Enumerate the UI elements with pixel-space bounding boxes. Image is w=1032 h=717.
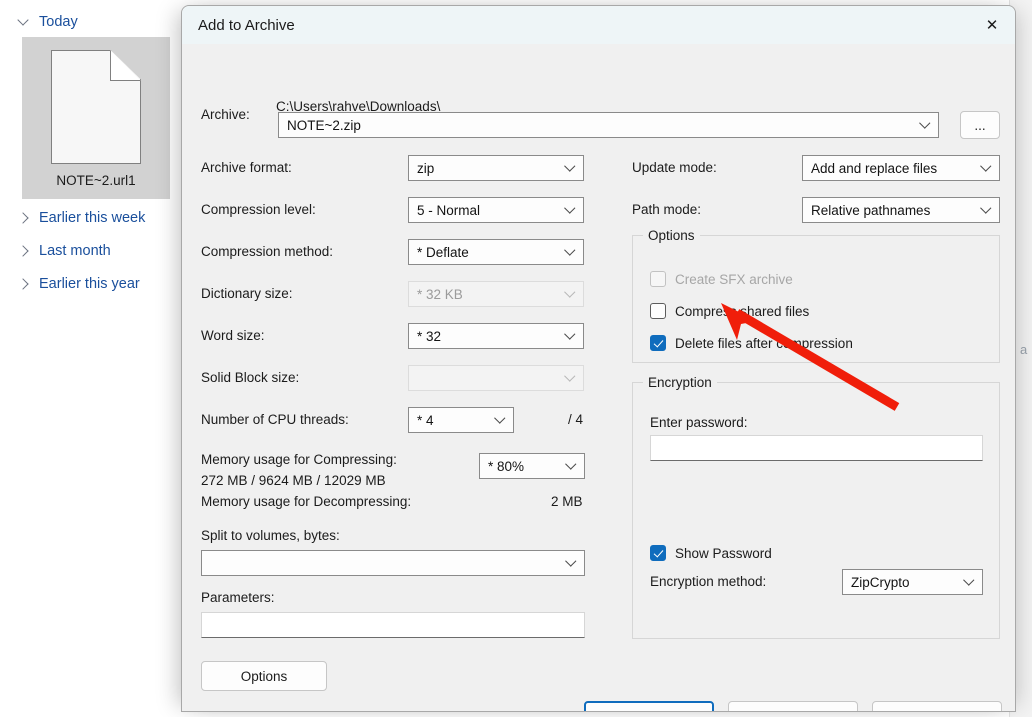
path-mode-combo[interactable]: Relative pathnames — [802, 197, 1000, 223]
password-input[interactable] — [650, 435, 983, 461]
chevron-down-icon — [566, 247, 575, 256]
create-sfx-archive-checkbox: Create SFX archive — [650, 271, 793, 287]
memory-decompress-label: Memory usage for Decompressing: — [201, 494, 412, 509]
chevron-down-icon — [18, 16, 30, 28]
encryption-group-title: Encryption — [643, 375, 717, 390]
chevron-down-icon — [566, 331, 575, 340]
chevron-down-icon — [566, 373, 575, 382]
memory-percent-combo[interactable]: * 80% — [479, 453, 585, 479]
chevron-down-icon — [496, 415, 505, 424]
chevron-down-icon — [921, 120, 930, 129]
document-icon — [51, 50, 141, 164]
update-mode-label: Update mode: — [632, 160, 717, 175]
group-label: Earlier this week — [39, 210, 146, 226]
explorer-group-earlier-this-year[interactable]: Earlier this year — [14, 274, 144, 294]
group-label: Today — [39, 14, 78, 30]
solid-block-size-label: Solid Block size: — [201, 370, 300, 385]
chevron-right-icon — [18, 278, 30, 290]
file-tile-note2[interactable]: NOTE~2.url1 — [22, 37, 170, 199]
chevron-down-icon — [982, 163, 991, 172]
close-icon[interactable]: ✕ — [969, 6, 1015, 44]
chevron-right-icon — [18, 245, 30, 257]
chevron-down-icon — [567, 461, 576, 470]
dialog-title: Add to Archive — [198, 16, 295, 34]
compress-shared-files-checkbox[interactable]: Compress shared files — [650, 303, 809, 319]
encryption-method-combo[interactable]: ZipCrypto — [842, 569, 983, 595]
file-tile-label: NOTE~2.url1 — [56, 173, 136, 188]
compression-method-label: Compression method: — [201, 244, 334, 259]
chevron-down-icon — [965, 577, 974, 586]
add-to-archive-dialog: Add to Archive ✕ Archive: C:\Users\rahve… — [181, 5, 1016, 712]
cancel-button[interactable]: Cancel — [728, 701, 858, 711]
encryption-method-label: Encryption method: — [650, 574, 767, 589]
cpu-threads-label: Number of CPU threads: — [201, 412, 349, 427]
compression-method-combo[interactable]: * Deflate — [408, 239, 584, 265]
parameters-label: Parameters: — [201, 590, 275, 605]
chevron-right-icon — [18, 212, 30, 224]
dictionary-size-combo: * 32 KB — [408, 281, 584, 307]
delete-files-after-compression-checkbox[interactable]: Delete files after compression — [650, 335, 853, 351]
word-size-combo[interactable]: * 32 — [408, 323, 584, 349]
archive-format-combo[interactable]: zip — [408, 155, 584, 181]
group-label: Earlier this year — [39, 276, 140, 292]
checkbox-icon — [650, 303, 666, 319]
memory-decompress-value: 2 MB — [551, 494, 583, 509]
dictionary-size-label: Dictionary size: — [201, 286, 293, 301]
browse-button[interactable]: ... — [960, 111, 1000, 139]
checkbox-checked-icon — [650, 335, 666, 351]
checkbox-icon — [650, 271, 666, 287]
help-button[interactable]: Help — [872, 701, 1002, 711]
split-volumes-label: Split to volumes, bytes: — [201, 528, 340, 543]
cpu-threads-combo[interactable]: * 4 — [408, 407, 514, 433]
archive-name-combo[interactable]: NOTE~2.zip — [278, 112, 939, 138]
chevron-down-icon — [566, 163, 575, 172]
path-mode-label: Path mode: — [632, 202, 702, 217]
show-password-checkbox[interactable]: Show Password — [650, 545, 772, 561]
archive-name-value: NOTE~2.zip — [287, 117, 361, 133]
options-button[interactable]: Options — [201, 661, 327, 691]
archive-format-label: Archive format: — [201, 160, 292, 175]
chevron-down-icon — [982, 205, 991, 214]
dialog-body: Archive: C:\Users\rahve\Downloads\ NOTE~… — [182, 44, 1015, 711]
compression-level-combo[interactable]: 5 - Normal — [408, 197, 584, 223]
chevron-down-icon — [566, 289, 575, 298]
archive-label: Archive: — [201, 107, 250, 122]
explorer-group-last-month[interactable]: Last month — [14, 241, 115, 261]
explorer-group-earlier-this-week[interactable]: Earlier this week — [14, 208, 149, 228]
cpu-threads-max: / 4 — [568, 412, 584, 427]
group-label: Last month — [39, 243, 111, 259]
dialog-titlebar: Add to Archive ✕ — [182, 6, 1015, 44]
chevron-down-icon — [567, 558, 576, 567]
enter-password-label: Enter password: — [650, 415, 748, 430]
chevron-down-icon — [566, 205, 575, 214]
split-volumes-combo[interactable] — [201, 550, 585, 576]
parameters-input[interactable] — [201, 612, 585, 638]
ok-button[interactable]: OK — [584, 701, 714, 711]
checkbox-checked-icon — [650, 545, 666, 561]
word-size-label: Word size: — [201, 328, 265, 343]
solid-block-size-combo — [408, 365, 584, 391]
explorer-group-today[interactable]: Today — [14, 12, 82, 32]
memory-compress-value: 272 MB / 9624 MB / 12029 MB — [201, 473, 386, 488]
options-group-title: Options — [643, 228, 700, 243]
update-mode-combo[interactable]: Add and replace files — [802, 155, 1000, 181]
memory-compress-label: Memory usage for Compressing: — [201, 452, 397, 467]
compression-level-label: Compression level: — [201, 202, 316, 217]
